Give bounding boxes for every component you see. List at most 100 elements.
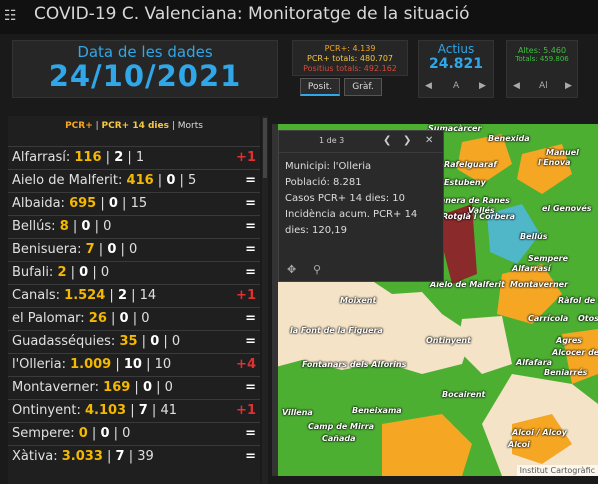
municipality-entry: el Palomar: 26 | 0 | 0 <box>12 308 150 330</box>
separator: | <box>101 150 115 165</box>
list-item[interactable]: Benisuera: 7 | 0 | 0 = <box>8 238 260 260</box>
close-icon[interactable]: ✕ <box>425 135 433 146</box>
separator: | <box>126 403 139 418</box>
trend-indicator: = <box>245 196 256 211</box>
list-item[interactable]: l'Olleria: 1.009 | 10 | 10 +4 <box>8 353 260 375</box>
tab-grafic[interactable]: Gràf. <box>344 78 382 96</box>
separator: | <box>175 173 189 188</box>
separator: | <box>116 242 130 257</box>
morts-value: 0 <box>122 426 131 441</box>
separator: | <box>159 334 172 349</box>
popup-municipi: Municipi: l'Olleria <box>285 161 372 172</box>
separator: | <box>147 403 161 418</box>
list-item[interactable]: Montaverner: 169 | 0 | 0 = <box>8 376 260 398</box>
pcr-value: 1.009 <box>70 357 112 372</box>
trend-indicator: = <box>245 449 256 464</box>
municipality-name: Xàtiva: <box>12 449 58 464</box>
municipality-entry: Sempere: 0 | 0 | 0 <box>12 423 130 445</box>
map-label: Agres <box>556 336 583 345</box>
separator: | <box>152 380 165 395</box>
altes-value: Altes: 5.460 <box>517 46 567 55</box>
next-icon[interactable]: ▶ <box>479 81 486 91</box>
municipality-name: Bellús: <box>12 219 56 234</box>
date-panel: Data de les dades 24/10/2021 <box>12 40 278 98</box>
municipality-name: Alfarrasí: <box>12 150 71 165</box>
previous-icon[interactable]: ◀ <box>513 81 520 91</box>
map-label: Ontinyent <box>426 336 471 345</box>
pcr14-value: 7 <box>138 403 148 418</box>
pcr14-value: 0 <box>119 311 129 326</box>
trend-indicator: +4 <box>236 357 256 372</box>
popup-header: 1 de 3 ❮ ❯ ✕ <box>279 131 443 153</box>
popup-pager: 1 de 3 <box>319 136 345 145</box>
trend-indicator: = <box>245 219 256 234</box>
map-label: Alcoi <box>508 440 530 449</box>
actius-pager: ◀ A ▶ <box>419 81 493 95</box>
legend-morts: Morts <box>177 121 203 131</box>
pcr-value: 1.524 <box>64 288 106 303</box>
list-item[interactable]: Bellús: 8 | 0 | 0 = <box>8 215 260 237</box>
pcr-value: 695 <box>69 196 97 211</box>
separator: | <box>141 357 155 372</box>
list-item[interactable]: Xàtiva: 3.033 | 7 | 39 = <box>8 445 260 467</box>
list-item[interactable]: Bufali: 2 | 0 | 0 = <box>8 261 260 283</box>
list-item[interactable]: Sempere: 0 | 0 | 0 = <box>8 422 260 444</box>
list-item[interactable]: Canals: 1.524 | 2 | 14 +1 <box>8 284 260 306</box>
municipality-entry: Guadasséquies: 35 | 0 | 0 <box>12 331 180 353</box>
scrollbar-thumb[interactable] <box>263 118 267 178</box>
map-label: Bocairent <box>442 390 486 399</box>
next-icon[interactable]: ❯ <box>403 135 411 146</box>
map-label: Alcocer de Planes <box>552 348 598 357</box>
pcr-value: 4.103 <box>84 403 127 418</box>
pcr-value: 2 <box>57 265 67 280</box>
tab-positius[interactable]: Posit. <box>300 78 340 96</box>
municipality-name: l'Olleria: <box>12 357 66 372</box>
previous-icon[interactable]: ❮ <box>383 135 391 146</box>
pcr14-value: 0 <box>100 426 110 441</box>
map-label: Alfarrasí <box>512 264 551 273</box>
map-label: Montaverner <box>510 280 569 289</box>
logo-icon: ☷ <box>4 8 17 24</box>
trend-indicator: = <box>245 334 256 349</box>
legend-pcr: PCR+ <box>65 121 93 131</box>
popup-poblacio: Població: 8.281 <box>285 177 362 188</box>
pcr14-value: 0 <box>79 265 89 280</box>
actius-panel: Actius 24.821 ◀ A ▶ <box>418 40 494 98</box>
pan-icon[interactable]: ✥ <box>287 263 296 276</box>
separator: | <box>88 265 101 280</box>
map-label: Rotglà i Corbera <box>442 212 516 221</box>
legend-pcr14: PCR+ 14 dies <box>101 121 169 131</box>
pcr-value: 116 <box>74 150 102 165</box>
previous-icon[interactable]: ◀ <box>425 81 432 91</box>
pcr-value: 7 <box>85 242 95 257</box>
list-item[interactable]: Alfarrasí: 116 | 2 | 1 +1 <box>8 146 260 168</box>
municipality-name: el Palomar: <box>12 311 85 326</box>
list-scrollbar[interactable] <box>262 116 268 484</box>
list-item[interactable]: Aielo de Malferit: 416 | 0 | 5 = <box>8 169 260 191</box>
actius-pager-label: A <box>453 81 460 91</box>
map-label: Manuel <box>546 148 579 157</box>
map-label: Fontanars dels Alforins <box>302 360 407 369</box>
list-item[interactable]: Albaida: 695 | 0 | 15 = <box>8 192 260 214</box>
list-item[interactable]: Ontinyent: 4.103 | 7 | 41 +1 <box>8 399 260 421</box>
popup-incidencia-value: dies: 120,19 <box>285 225 348 236</box>
pcr14-value: 7 <box>115 449 125 464</box>
positive-total: Positius totals: 492.162 <box>303 64 397 73</box>
next-icon[interactable]: ▶ <box>565 81 572 91</box>
trend-indicator: = <box>245 173 256 188</box>
morts-value: 0 <box>141 311 150 326</box>
list-item[interactable]: el Palomar: 26 | 0 | 0 = <box>8 307 260 329</box>
popup-casos: Casos PCR+ 14 dies: 10 <box>285 193 406 204</box>
separator: | <box>124 449 138 464</box>
municipality-name: Benisuera: <box>12 242 82 257</box>
map-label: Otos <box>578 314 598 323</box>
municipality-entry: Bellús: 8 | 0 | 0 <box>12 216 111 238</box>
zoom-icon[interactable]: ⚲ <box>313 263 321 276</box>
municipality-entry: Ontinyent: 4.103 | 7 | 41 <box>12 400 177 422</box>
pcr14-value: 10 <box>123 357 142 372</box>
list-item[interactable]: Guadasséquies: 35 | 0 | 0 = <box>8 330 260 352</box>
separator: | <box>117 196 131 211</box>
map-label: la Font de la Figuera <box>290 326 383 335</box>
separator: | <box>130 380 143 395</box>
map-label: Estubeny <box>444 178 486 187</box>
